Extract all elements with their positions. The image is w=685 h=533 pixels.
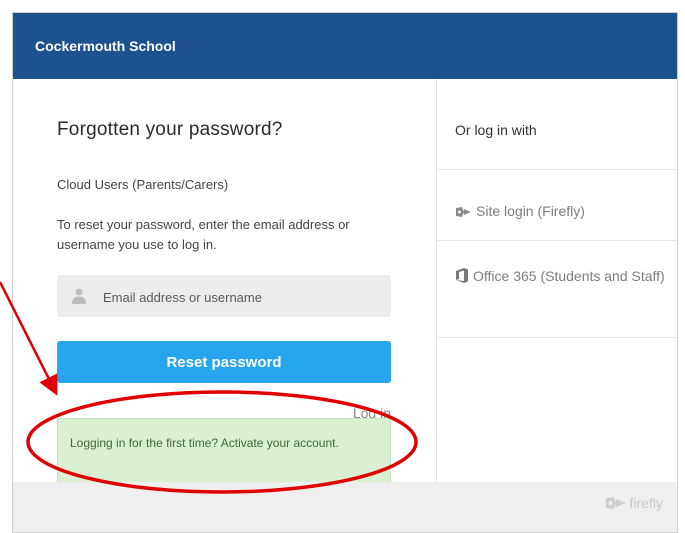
page-title: Forgotten your password? [57, 119, 283, 140]
footer-bar: firefly [13, 482, 677, 532]
instructions-text: To reset your password, enter the email … [57, 217, 350, 252]
activate-account-notice[interactable]: Logging in for the first time? Activate … [57, 418, 391, 487]
divider [437, 169, 677, 170]
footer-brand: firefly [605, 495, 663, 511]
audience-subtitle: Cloud Users (Parents/Carers) [57, 177, 229, 192]
firefly-icon [456, 207, 471, 217]
site-login-label: Site login (Firefly) [476, 203, 585, 219]
alt-login-heading: Or log in with [455, 122, 537, 138]
login-card: Cockermouth School Forgotten your passwo… [12, 12, 678, 533]
divider [437, 240, 677, 241]
school-name: Cockermouth School [35, 38, 176, 54]
header-bar: Cockermouth School [13, 13, 677, 79]
office-icon [456, 268, 468, 283]
alternate-login-panel: Or log in with Site login (Firefly) Offi… [436, 79, 677, 482]
email-input[interactable] [101, 275, 385, 319]
reset-password-panel: Forgotten your password? Cloud Users (Pa… [13, 79, 436, 487]
office365-label: Office 365 (Students and Staff) [473, 268, 665, 284]
divider [437, 337, 677, 338]
office365-option[interactable]: Office 365 (Students and Staff) [455, 265, 665, 287]
site-login-option[interactable]: Site login (Firefly) [455, 200, 655, 222]
firefly-logo-icon [605, 497, 626, 509]
email-field[interactable] [57, 275, 391, 319]
user-icon [72, 288, 86, 304]
reset-password-button[interactable]: Reset password [57, 341, 391, 383]
footer-brand-name: firefly [629, 495, 663, 511]
